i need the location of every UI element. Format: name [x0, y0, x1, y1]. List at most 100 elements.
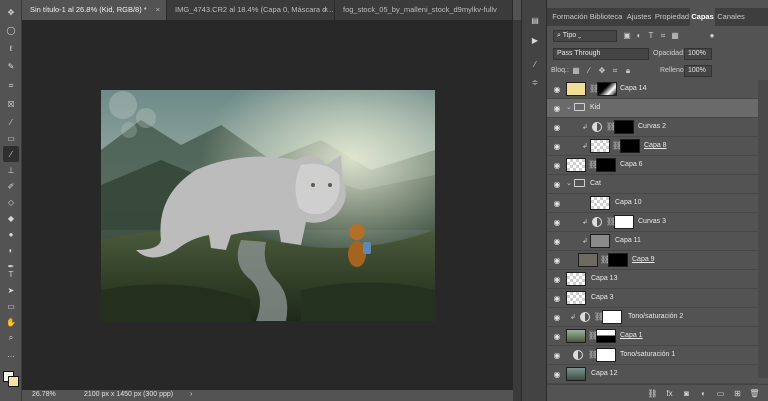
layer-row[interactable]: ◉ ↲ ⛓ Curvas 2	[547, 118, 758, 137]
zoom-level[interactable]: 26.78%	[32, 391, 56, 398]
crop-tool-icon[interactable]: ⌗	[3, 78, 19, 94]
tab-ajustes[interactable]: Ajustes	[624, 8, 654, 26]
link-layers-icon[interactable]: ⛓	[647, 388, 658, 399]
filter-toggle-icon[interactable]: ●	[707, 30, 717, 42]
blend-mode-select[interactable]: Pass Through	[553, 48, 649, 60]
visibility-eye-icon[interactable]: ◉	[552, 370, 562, 379]
lock-position-icon[interactable]: ✥	[597, 65, 607, 77]
status-menu-arrow[interactable]: ›	[190, 391, 192, 398]
layer-row[interactable]: ◉ Capa 10	[547, 194, 758, 213]
canvas-area[interactable]	[22, 20, 513, 390]
mask-thumbnail[interactable]	[620, 139, 640, 153]
eyedropper-tool-icon[interactable]: ⁄	[3, 114, 19, 130]
visibility-eye-icon[interactable]: ◉	[552, 180, 562, 189]
dodge-tool-icon[interactable]: ◐	[3, 242, 19, 258]
visibility-eye-icon[interactable]: ◉	[552, 313, 562, 322]
move-tool-icon[interactable]: ✥	[3, 4, 19, 20]
tab-propiedades[interactable]: Propiedad	[654, 8, 690, 26]
document-tab-active[interactable]: Sin título-1 al 26.8% (Kid, RGB/8) * ×	[22, 0, 167, 20]
add-mask-icon[interactable]: ◙	[681, 388, 692, 399]
visibility-eye-icon[interactable]: ◉	[552, 256, 562, 265]
eraser-tool-icon[interactable]: ◇	[3, 194, 19, 210]
new-adjustment-icon[interactable]: ◐	[698, 388, 709, 399]
background-color-swatch[interactable]	[8, 376, 19, 387]
lasso-tool-icon[interactable]: ℓ	[3, 40, 19, 56]
mask-thumbnail[interactable]	[614, 215, 634, 229]
brush-tool-icon[interactable]: ⁄	[3, 146, 19, 162]
clone-stamp-tool-icon[interactable]: ⊥	[3, 162, 19, 178]
frame-tool-icon[interactable]: ☒	[3, 96, 19, 112]
visibility-eye-icon[interactable]: ◉	[552, 123, 562, 132]
type-filter-icon[interactable]: T	[646, 30, 656, 42]
layer-row[interactable]: ◉ ⛓ Capa 9	[547, 251, 758, 270]
layer-row[interactable]: ◉ ↲ ⛓ Capa 8	[547, 137, 758, 156]
layer-row[interactable]: ◉ ↲ ⛓ Tono/saturación 2	[547, 308, 758, 327]
layer-row[interactable]: ◉ ⛓ Capa 14	[547, 80, 758, 99]
mask-thumbnail[interactable]	[596, 348, 616, 362]
tab-capas[interactable]: Capas	[690, 8, 715, 26]
zoom-tool-icon[interactable]: ⌕	[3, 330, 19, 346]
layer-group-row[interactable]: ◉ ⌄ Kid	[547, 99, 758, 118]
layer-row[interactable]: ◉ ⛓ Tono/saturación 1	[547, 346, 758, 365]
layer-row[interactable]: ◉ ⛓ Capa 1	[547, 327, 758, 346]
document-image[interactable]	[101, 90, 435, 321]
visibility-eye-icon[interactable]: ◉	[552, 104, 562, 113]
visibility-eye-icon[interactable]: ◉	[552, 161, 562, 170]
document-tab[interactable]: fog_stock_05_by_malleni_stock_d9mylkv-fu…	[335, 0, 513, 20]
paint-bucket-tool-icon[interactable]: ◆	[3, 210, 19, 226]
layer-row[interactable]: ◉ ↲ Capa 11	[547, 232, 758, 251]
layer-row[interactable]: ◉ ↲ ⛓ Curvas 3	[547, 213, 758, 232]
layer-group-row[interactable]: ◉ ⌄ Cat	[547, 175, 758, 194]
close-icon[interactable]: ×	[156, 0, 160, 20]
visibility-eye-icon[interactable]: ◉	[552, 218, 562, 227]
mask-thumbnail[interactable]	[608, 253, 628, 267]
type-tool-icon[interactable]: T	[3, 266, 19, 282]
shape-filter-icon[interactable]: ⌗	[658, 30, 668, 42]
opacity-input[interactable]: 100%	[684, 48, 712, 60]
mask-thumbnail[interactable]	[602, 310, 622, 324]
mask-thumbnail[interactable]	[614, 120, 634, 134]
visibility-eye-icon[interactable]: ◉	[552, 142, 562, 151]
healing-brush-tool-icon[interactable]: ▭	[3, 130, 19, 146]
canvas-vertical-scrollbar[interactable]	[513, 20, 521, 401]
quick-select-tool-icon[interactable]: ✎	[3, 58, 19, 74]
brush-settings-icon[interactable]: ⁄	[527, 56, 543, 72]
path-select-tool-icon[interactable]: ➤	[3, 282, 19, 298]
mask-thumbnail[interactable]	[597, 82, 617, 96]
history-icon[interactable]: ▤	[527, 12, 543, 28]
tab-biblioteca[interactable]: Biblioteca	[588, 8, 624, 26]
hand-tool-icon[interactable]: ✋	[3, 314, 19, 330]
marquee-tool-icon[interactable]: ◯	[3, 22, 19, 38]
visibility-eye-icon[interactable]: ◉	[552, 332, 562, 341]
history-brush-tool-icon[interactable]: ✐	[3, 178, 19, 194]
visibility-eye-icon[interactable]: ◉	[552, 275, 562, 284]
layer-row[interactable]: ◉ Capa 13	[547, 270, 758, 289]
document-tab[interactable]: IMG_4743.CR2 al 18.4% (Capa 0, Máscara d…	[167, 0, 335, 20]
lock-transparency-icon[interactable]: ▦	[571, 65, 581, 77]
new-group-folder-icon[interactable]: ▭	[715, 388, 726, 399]
trash-icon[interactable]: 🗑︎	[749, 388, 760, 399]
visibility-eye-icon[interactable]: ◉	[552, 85, 562, 94]
actions-play-icon[interactable]: ▶	[527, 32, 543, 48]
lock-artboard-icon[interactable]: ⌗	[610, 65, 620, 77]
new-layer-icon[interactable]: ⊞	[732, 388, 743, 399]
adjustments-sliders-icon[interactable]: ≑	[527, 74, 543, 90]
adjustment-filter-icon[interactable]: ◐	[634, 30, 644, 42]
layer-row[interactable]: ◉ ⛓ Capa 6	[547, 156, 758, 175]
layer-style-fx-icon[interactable]: fx	[664, 388, 675, 399]
fill-input[interactable]: 100%	[684, 65, 712, 77]
visibility-eye-icon[interactable]: ◉	[552, 237, 562, 246]
mask-thumbnail[interactable]	[596, 329, 616, 343]
visibility-eye-icon[interactable]: ◉	[552, 351, 562, 360]
chevron-down-icon[interactable]: ⌄	[566, 103, 572, 111]
blur-tool-icon[interactable]: ●	[3, 226, 19, 242]
rectangle-tool-icon[interactable]: ▭	[3, 298, 19, 314]
layer-row[interactable]: ◉ Capa 12	[547, 365, 758, 384]
lock-all-icon[interactable]: 🔒︎	[623, 65, 633, 77]
close-icon[interactable]: ×	[324, 0, 328, 20]
tab-canales[interactable]: Canales	[715, 8, 747, 26]
visibility-eye-icon[interactable]: ◉	[552, 294, 562, 303]
lock-pixels-icon[interactable]: ⁄	[584, 65, 594, 77]
pixel-filter-icon[interactable]: ▣	[622, 30, 632, 42]
layer-row[interactable]: ◉ Capa 3	[547, 289, 758, 308]
